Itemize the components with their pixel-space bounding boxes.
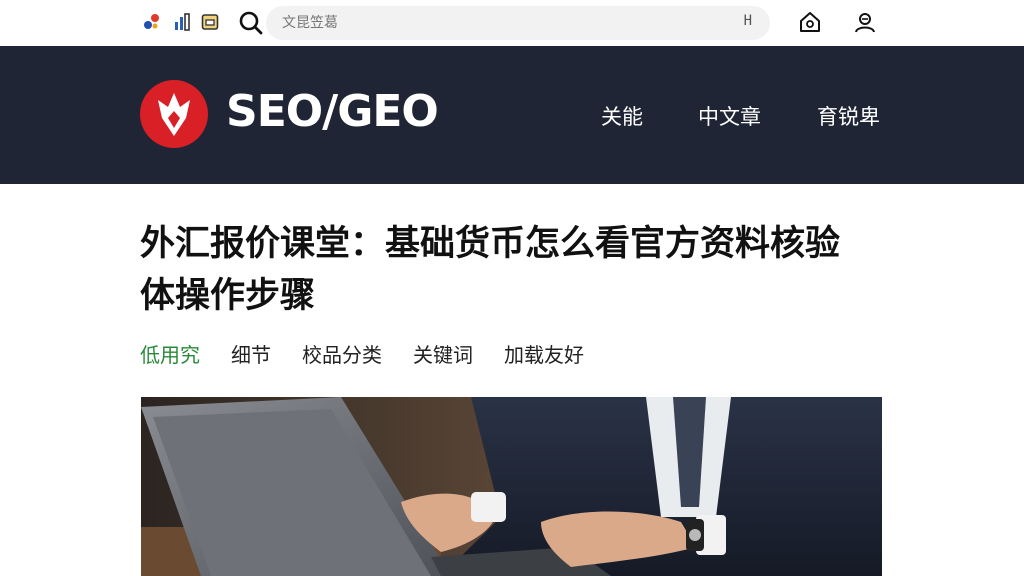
tag-item[interactable]: 细节 [231, 339, 271, 367]
nav-item-1[interactable]: 关能 [601, 101, 643, 131]
search-shortcut-hint: H [743, 13, 752, 29]
user-icon[interactable] [853, 10, 877, 34]
stats-icon[interactable] [172, 12, 192, 32]
hero-image [141, 397, 882, 576]
article-title: 外汇报价课堂：基础货币怎么看官方资料核验 体操作步骤 [140, 218, 900, 322]
article-title-line-2: 体操作步骤 [140, 276, 316, 316]
search-field-container[interactable]: H [266, 6, 770, 40]
app-red-icon[interactable] [142, 12, 162, 32]
top-utility-bar: H [0, 0, 1024, 46]
nav-item-3[interactable]: 育锐卑 [817, 101, 880, 131]
tag-item[interactable]: 低用究 [140, 339, 200, 367]
tag-item[interactable]: 加载友好 [504, 339, 584, 367]
site-header: SEO/GEO 关能 中文章 育锐卑 [0, 46, 1024, 184]
nav-item-2[interactable]: 中文章 [698, 101, 761, 131]
home-icon[interactable] [798, 10, 822, 34]
article-tags: 低用究 细节 校品分类 关键词 加载友好 [140, 339, 615, 367]
search-bar: H [238, 6, 770, 40]
site-logo-text[interactable]: SEO/GEO [226, 86, 439, 137]
wallet-icon[interactable] [200, 12, 220, 32]
search-input[interactable] [282, 13, 712, 33]
logo-mark-icon[interactable] [140, 80, 208, 148]
search-icon[interactable] [238, 10, 264, 36]
tag-item[interactable]: 关键词 [413, 339, 473, 367]
article-title-line-1: 外汇报价课堂：基础货币怎么看官方资料核验 [140, 224, 841, 264]
tag-item[interactable]: 校品分类 [302, 339, 382, 367]
hero-photo-illustration [141, 397, 882, 576]
